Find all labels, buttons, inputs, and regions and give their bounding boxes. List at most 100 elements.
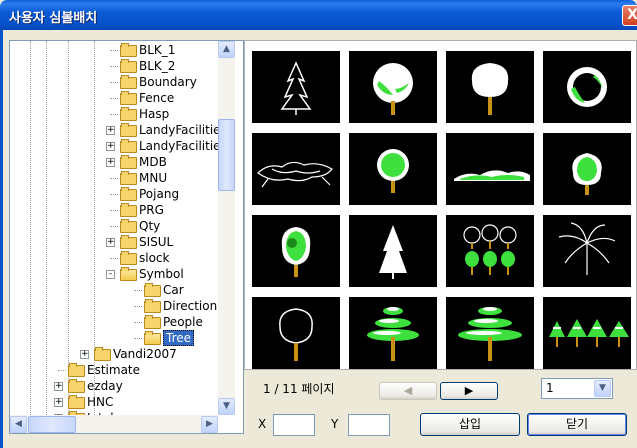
tree-outline-trunk-icon[interactable] — [252, 297, 340, 369]
conifer-white-icon[interactable] — [349, 215, 437, 287]
scroll-left-button[interactable]: ◀ — [10, 416, 27, 433]
tree-node-label: slock — [139, 251, 170, 265]
folder-icon — [120, 203, 137, 217]
tree-guide-line — [110, 50, 118, 51]
window-border — [0, 30, 3, 448]
tree-node[interactable]: Fence — [120, 90, 174, 106]
folder-icon — [120, 75, 137, 89]
conifer-outline-icon[interactable] — [252, 51, 340, 123]
tree-node[interactable]: Qty — [120, 218, 160, 234]
folder-icon — [120, 91, 137, 105]
folder-tree[interactable]: BLK_1 BLK_2 Boundary Fence Hasp LandyFaciliti… — [9, 40, 244, 434]
tree-node-label: BLK_2 — [139, 59, 176, 73]
tree-guide-line — [110, 98, 118, 99]
x-input[interactable] — [273, 414, 315, 436]
hscroll-thumb[interactable] — [28, 416, 76, 433]
folder-icon — [68, 395, 85, 409]
y-input[interactable] — [348, 414, 390, 436]
tree-green-dark-icon[interactable] — [252, 215, 340, 287]
tree-node[interactable]: Direction — [144, 298, 217, 314]
tree-node[interactable]: LandyFacilitie — [120, 138, 218, 154]
next-page-button[interactable]: ▶ — [440, 382, 498, 400]
tree-node[interactable]: Tree — [144, 330, 195, 346]
pine-layered-large-icon[interactable] — [446, 297, 534, 369]
close-window-button[interactable]: X — [622, 5, 637, 26]
tree-node-label: SISUL — [139, 235, 174, 249]
tree-group-green-icon[interactable] — [446, 215, 534, 287]
tree-vertical-scrollbar[interactable]: ▲ ▼ — [218, 41, 235, 415]
tree-node-label: Hasp — [139, 107, 170, 121]
prev-page-button[interactable]: ◀ — [379, 382, 437, 400]
tree-node[interactable]: People — [144, 314, 203, 330]
tree-guide-line — [134, 338, 142, 339]
hedge-green-icon[interactable] — [446, 133, 534, 205]
tree-node[interactable]: PRG — [120, 202, 164, 218]
tree-node[interactable]: Estimate — [68, 362, 140, 378]
tree-guide-line — [110, 114, 118, 115]
tree-guide-line — [68, 41, 69, 415]
tree-node[interactable]: LandyFacilitie — [120, 122, 218, 138]
tree-node-label: ezday — [87, 379, 123, 393]
folder-icon — [120, 267, 137, 281]
close-button[interactable]: 닫기 — [527, 413, 627, 436]
chevron-down-icon[interactable]: ▼ — [594, 380, 611, 397]
tree-guide-line — [110, 258, 118, 259]
tree-node[interactable]: HNC — [68, 394, 113, 410]
tree-node-label: Fence — [139, 91, 175, 105]
expand-toggle-icon[interactable]: + — [54, 382, 63, 391]
expand-toggle-icon[interactable]: + — [106, 158, 115, 167]
tree-green-round-icon[interactable] — [349, 133, 437, 205]
tree-node[interactable]: Pojang — [120, 186, 179, 202]
tree-node[interactable]: Symbol — [120, 266, 184, 282]
expand-toggle-icon[interactable]: + — [80, 350, 89, 359]
tree-node[interactable]: MDB — [120, 154, 167, 170]
insert-button[interactable]: 삽입 — [420, 413, 520, 436]
tree-node[interactable]: MNU — [120, 170, 167, 186]
tree-node[interactable]: Car — [144, 282, 184, 298]
tree-green-white-icon[interactable] — [349, 51, 437, 123]
symbol-preview-grid — [244, 40, 637, 370]
tree-node[interactable]: BLK_1 — [120, 42, 175, 58]
tree-horizontal-scrollbar[interactable]: ◀ ▶ — [10, 415, 218, 433]
page-indicator: 1 / 11 페이지 — [263, 382, 335, 396]
expand-toggle-icon[interactable]: - — [106, 270, 115, 279]
palm-outline-icon[interactable] — [543, 215, 631, 287]
expand-toggle-icon[interactable]: + — [106, 126, 115, 135]
scroll-right-button[interactable]: ▶ — [201, 416, 218, 433]
pine-layered-icon[interactable] — [349, 297, 437, 369]
tree-node[interactable]: Boundary — [120, 74, 197, 90]
tree-node-label: Boundary — [139, 75, 197, 89]
tree-node-label: BLK_1 — [139, 43, 176, 57]
scroll-down-button[interactable]: ▼ — [218, 398, 235, 415]
tree-node[interactable]: BLK_2 — [120, 58, 175, 74]
tree-round-green-icon[interactable] — [543, 51, 631, 123]
tree-node[interactable]: Vandi2007 — [94, 346, 177, 362]
tree-node[interactable]: slock — [120, 250, 169, 266]
tree-node[interactable]: Hasp — [120, 106, 169, 122]
folder-icon — [120, 235, 137, 249]
tree-green-bushy-icon[interactable] — [543, 133, 631, 205]
tree-node-label: People — [163, 315, 203, 329]
scroll-up-button[interactable]: ▲ — [218, 41, 235, 58]
page-select[interactable]: 1 ▼ — [541, 378, 613, 399]
title-bar: 사용자 심볼배치 X — [0, 0, 637, 30]
folder-icon — [68, 363, 85, 377]
tree-white-orange-trunk-icon[interactable] — [446, 51, 534, 123]
scroll-thumb[interactable] — [218, 119, 235, 191]
tree-node-label: Car — [163, 283, 184, 297]
tree-guide-line — [134, 306, 142, 307]
folder-icon — [120, 171, 137, 185]
tree-node[interactable]: SISUL — [120, 234, 173, 250]
tree-node-label: LandyFacilitie — [139, 139, 218, 153]
expand-toggle-icon[interactable]: + — [106, 238, 115, 247]
tree-guide-line — [110, 82, 118, 83]
pine-row-icon[interactable] — [543, 297, 631, 369]
expand-toggle-icon[interactable]: + — [54, 398, 63, 407]
shrub-outline-icon[interactable] — [252, 133, 340, 205]
tree-node-label: PRG — [139, 203, 164, 217]
folder-icon — [120, 43, 137, 57]
tree-node-label: Direction — [163, 299, 218, 313]
tree-node-label: Estimate — [87, 363, 141, 377]
tree-node[interactable]: ezday — [68, 378, 123, 394]
expand-toggle-icon[interactable]: + — [106, 142, 115, 151]
